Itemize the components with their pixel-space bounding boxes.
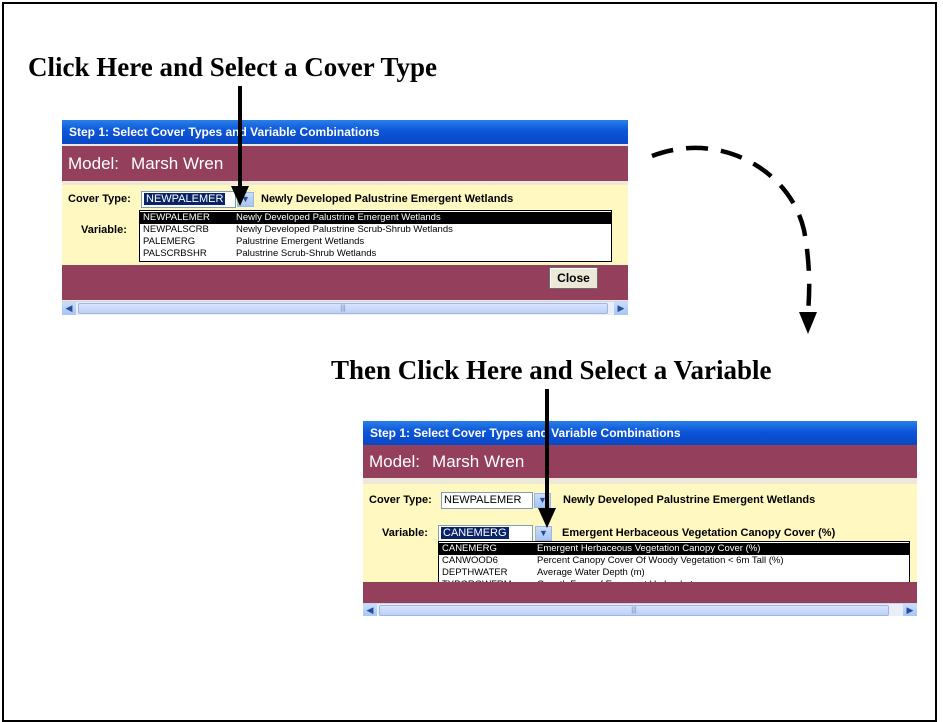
- variable-arrow-icon: [538, 389, 556, 528]
- cover-type-arrow-icon: [231, 86, 249, 206]
- curved-dashed-arrow-icon: [651, 145, 817, 334]
- annotation-arrows: [231, 86, 817, 528]
